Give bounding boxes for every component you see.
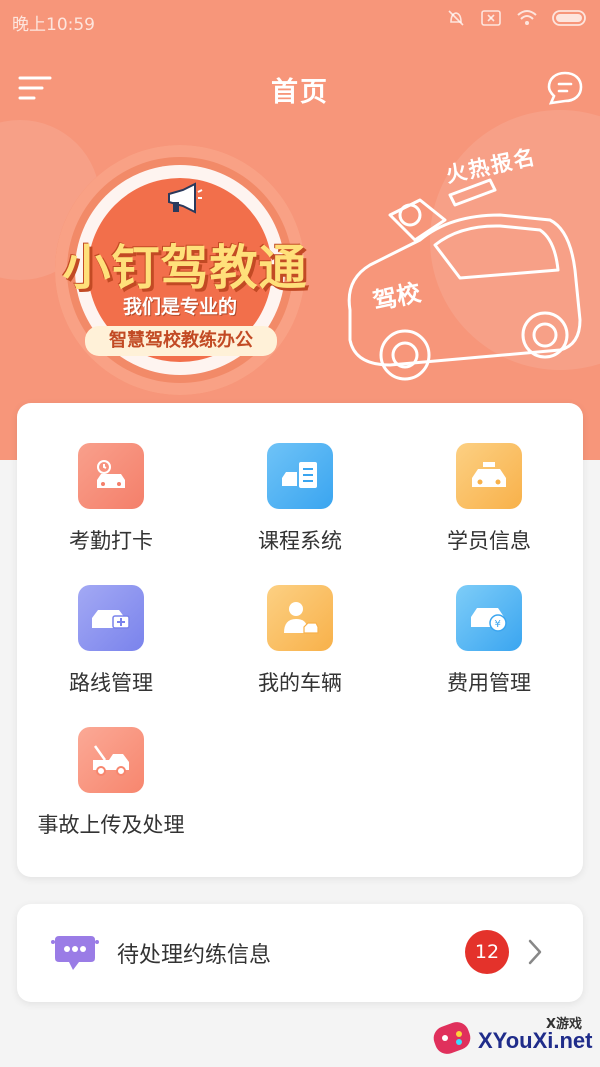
feature-label: 学员信息 [447, 529, 531, 553]
status-icons [446, 8, 588, 32]
banner-subtitle: 我们是专业的 [122, 296, 237, 318]
feature-label: 我的车辆 [258, 671, 342, 695]
route-car-icon [78, 585, 144, 651]
my-vehicle-icon [267, 585, 333, 651]
app-header: 首页 [0, 60, 600, 116]
page-title: 首页 [271, 77, 329, 108]
pending-label: 待处理约练信息 [117, 943, 272, 968]
feature-attendance[interactable]: 考勤打卡 [17, 443, 205, 563]
banner-title: 小钉驾教通 [62, 240, 308, 296]
feature-label: 事故上传及处理 [37, 813, 185, 837]
feature-grid-card: 考勤打卡 课程系统 学员信息 路线管理 我的车辆 ¥ 费用管理 事故上传及处理 [17, 403, 583, 877]
message-icon [547, 71, 583, 105]
watermark-brand: XYouXi.net [478, 1028, 593, 1053]
fee-car-icon: ¥ [456, 585, 522, 651]
feature-fee-management[interactable]: ¥ 费用管理 [395, 585, 583, 705]
pending-practice-row[interactable]: 待处理约练信息 12 [17, 904, 583, 1002]
status-bar: 晚上10:59 [0, 0, 600, 40]
sim-off-icon [480, 9, 502, 31]
status-time: 晚上10:59 [12, 15, 95, 35]
car-illustration: 驾校 [330, 160, 590, 394]
gamepad-logo-icon [433, 1022, 471, 1054]
pending-count-badge: 12 [465, 930, 509, 974]
wifi-icon [516, 9, 538, 31]
feature-label: 费用管理 [447, 671, 531, 695]
course-schedule-icon [267, 443, 333, 509]
megaphone-icon [165, 182, 203, 220]
watermark: X游戏 XYouXi.net [428, 1010, 600, 1067]
feature-my-vehicle[interactable]: 我的车辆 [206, 585, 394, 705]
feature-label: 考勤打卡 [69, 529, 153, 553]
chat-bubble-icon [49, 932, 101, 978]
banner-tagline: 智慧驾校教练办公 [85, 326, 277, 356]
feature-student-info[interactable]: 学员信息 [395, 443, 583, 563]
student-car-icon [456, 443, 522, 509]
feature-label: 课程系统 [258, 529, 342, 553]
svg-text:¥: ¥ [495, 619, 501, 630]
messages-button[interactable] [546, 70, 584, 106]
feature-label: 路线管理 [69, 671, 153, 695]
attendance-car-clock-icon [78, 443, 144, 509]
battery-icon [552, 9, 588, 31]
chevron-right-icon [527, 938, 543, 970]
feature-course-system[interactable]: 课程系统 [206, 443, 394, 563]
accident-tow-truck-icon [78, 727, 144, 793]
car-label: 驾校 [370, 278, 424, 316]
feature-route-management[interactable]: 路线管理 [17, 585, 205, 705]
mute-alarm-icon [446, 8, 466, 32]
feature-accident-report[interactable]: 事故上传及处理 [17, 727, 205, 847]
